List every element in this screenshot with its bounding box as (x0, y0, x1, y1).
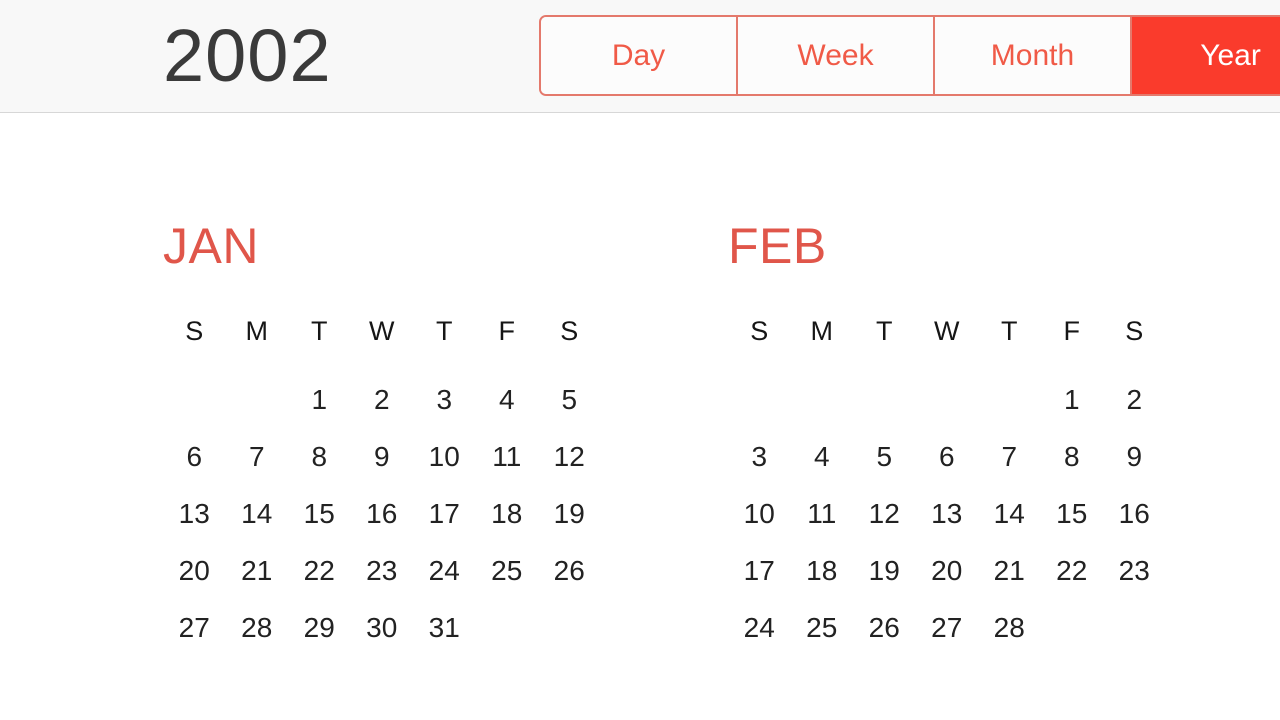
day-cell[interactable]: 11 (476, 428, 539, 485)
day-cell[interactable]: 2 (1103, 371, 1166, 428)
day-cell[interactable]: 25 (791, 599, 854, 656)
day-cell[interactable]: 9 (351, 428, 414, 485)
day-cell-empty (916, 371, 979, 428)
day-cell[interactable]: 6 (163, 428, 226, 485)
weekday-label: M (810, 316, 834, 346)
page-title: 2002 (163, 14, 332, 97)
day-cell[interactable]: 8 (1041, 428, 1104, 485)
day-cell[interactable]: 12 (853, 485, 916, 542)
day-cell[interactable]: 17 (728, 542, 791, 599)
day-cell-empty (853, 371, 916, 428)
day-cell[interactable]: 3 (728, 428, 791, 485)
weekday-header-row: SMTWTFS (163, 314, 633, 348)
day-cell[interactable]: 21 (978, 542, 1041, 599)
day-cell[interactable]: 27 (163, 599, 226, 656)
day-cell[interactable]: 6 (916, 428, 979, 485)
view-switcher-option-month[interactable]: Month (935, 17, 1132, 94)
day-cell[interactable]: 27 (916, 599, 979, 656)
day-cell[interactable]: 20 (163, 542, 226, 599)
weekday-label: S (560, 316, 579, 346)
day-cell[interactable]: 4 (791, 428, 854, 485)
month-label[interactable]: JAN (163, 218, 633, 274)
day-cell[interactable]: 28 (978, 599, 1041, 656)
month-block-jan: JAN S M T W T F S 1 2 3 4 5 6 7 8 9 10 11 12 13 14 15 16 17 18 19 2… (163, 218, 633, 656)
view-switcher-option-day[interactable]: Day (541, 17, 738, 94)
weekday-label: S (185, 316, 204, 346)
day-cell[interactable]: 4 (476, 371, 539, 428)
day-cell[interactable]: 22 (288, 542, 351, 599)
day-cell[interactable]: 21 (226, 542, 289, 599)
month-block-feb: FEB S M T W T F S 1 2 3 4 5 6 7 8 9 10 11 12 13 14 15 16 17 18 19 2… (728, 218, 1198, 656)
day-cell[interactable]: 14 (978, 485, 1041, 542)
day-cell[interactable]: 26 (538, 542, 601, 599)
app-header: 2002 Day Week Month Year (0, 0, 1280, 113)
weekday-label: T (876, 316, 893, 346)
weekday-label: M (245, 316, 269, 346)
day-cell[interactable]: 24 (413, 542, 476, 599)
weekday-label: F (498, 316, 516, 346)
day-cell[interactable]: 13 (163, 485, 226, 542)
weekday-header-row: SMTWTFS (728, 314, 1198, 348)
weekday-label: W (934, 316, 960, 346)
day-cell[interactable]: 1 (288, 371, 351, 428)
day-cell[interactable]: 19 (853, 542, 916, 599)
day-cell[interactable]: 23 (1103, 542, 1166, 599)
day-cell[interactable]: 31 (413, 599, 476, 656)
day-cell[interactable]: 18 (791, 542, 854, 599)
day-cell[interactable]: 8 (288, 428, 351, 485)
weekday-label: T (1001, 316, 1018, 346)
day-cell[interactable]: 20 (916, 542, 979, 599)
day-cell[interactable]: 28 (226, 599, 289, 656)
day-cell[interactable]: 10 (728, 485, 791, 542)
weekday-label: W (369, 316, 395, 346)
day-cell[interactable]: 5 (538, 371, 601, 428)
day-cell[interactable]: 23 (351, 542, 414, 599)
day-grid: 1 2 3 4 5 6 7 8 9 10 11 12 13 14 15 16 17 18 19 20 21 22 23 24 2… (163, 371, 633, 656)
day-cell-empty (226, 371, 289, 428)
day-cell[interactable]: 26 (853, 599, 916, 656)
day-cell[interactable]: 9 (1103, 428, 1166, 485)
weekday-label: S (750, 316, 769, 346)
day-cell[interactable]: 25 (476, 542, 539, 599)
day-cell-empty (791, 371, 854, 428)
day-cell[interactable]: 24 (728, 599, 791, 656)
day-cell[interactable]: 22 (1041, 542, 1104, 599)
day-cell[interactable]: 18 (476, 485, 539, 542)
day-cell[interactable]: 3 (413, 371, 476, 428)
day-cell[interactable]: 12 (538, 428, 601, 485)
day-cell-empty (728, 371, 791, 428)
day-cell[interactable]: 5 (853, 428, 916, 485)
day-cell[interactable]: 14 (226, 485, 289, 542)
day-cell[interactable]: 15 (1041, 485, 1104, 542)
weekday-label: T (436, 316, 453, 346)
weekday-label: S (1125, 316, 1144, 346)
day-cell[interactable]: 7 (226, 428, 289, 485)
day-cell[interactable]: 1 (1041, 371, 1104, 428)
day-cell[interactable]: 16 (1103, 485, 1166, 542)
view-switcher[interactable]: Day Week Month Year (539, 15, 1280, 96)
year-grid: JAN S M T W T F S 1 2 3 4 5 6 7 8 9 10 11 12 13 14 15 16 17 18 19 2… (0, 113, 1280, 720)
day-cell[interactable]: 13 (916, 485, 979, 542)
month-label[interactable]: FEB (728, 218, 1198, 274)
day-cell[interactable]: 16 (351, 485, 414, 542)
view-switcher-option-year[interactable]: Year (1132, 17, 1280, 94)
day-cell-empty (163, 371, 226, 428)
calendar-app: 2002 Day Week Month Year JAN S M T W T F S 1 2 3 4 5 6 7 8… (0, 0, 1280, 720)
day-cell[interactable]: 19 (538, 485, 601, 542)
day-cell[interactable]: 29 (288, 599, 351, 656)
day-cell[interactable]: 17 (413, 485, 476, 542)
day-cell[interactable]: 30 (351, 599, 414, 656)
day-grid: 1 2 3 4 5 6 7 8 9 10 11 12 13 14 15 16 17 18 19 20 21 22 23 24 2… (728, 371, 1198, 656)
day-cell[interactable]: 7 (978, 428, 1041, 485)
day-cell[interactable]: 11 (791, 485, 854, 542)
day-cell[interactable]: 10 (413, 428, 476, 485)
day-cell[interactable]: 15 (288, 485, 351, 542)
weekday-label: F (1063, 316, 1081, 346)
day-cell-empty (978, 371, 1041, 428)
weekday-label: T (311, 316, 328, 346)
day-cell[interactable]: 2 (351, 371, 414, 428)
view-switcher-option-week[interactable]: Week (738, 17, 935, 94)
